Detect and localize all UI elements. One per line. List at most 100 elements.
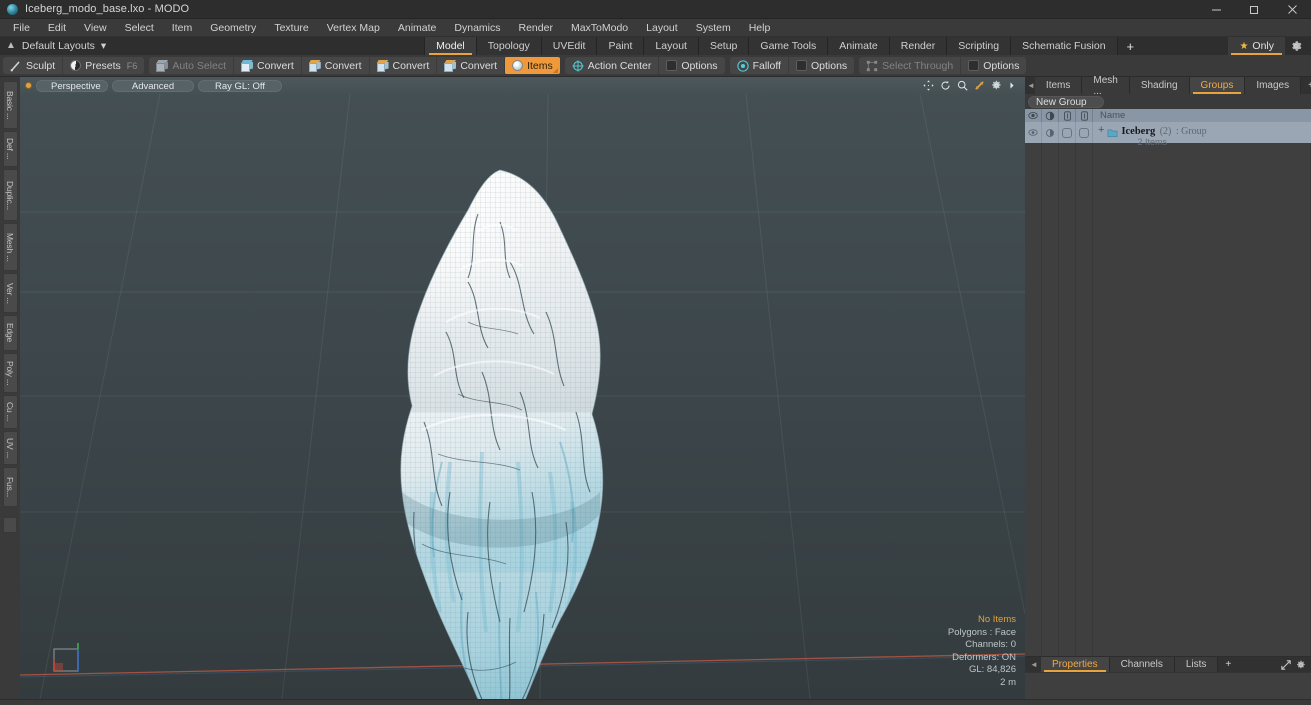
properties-collapse-icon[interactable]: ◄ <box>1027 657 1041 672</box>
minimize-icon[interactable] <box>1197 0 1235 19</box>
column-shading-icon[interactable] <box>1042 109 1059 122</box>
add-properties-tab-button[interactable]: + <box>1218 657 1238 672</box>
column-visibility-icon[interactable] <box>1025 109 1042 122</box>
tab-lists[interactable]: Lists <box>1174 657 1219 672</box>
action-center-button[interactable]: Action Center <box>565 57 659 74</box>
menu-file[interactable]: File <box>4 20 39 36</box>
new-group-button[interactable]: New Group <box>1028 95 1104 108</box>
rail-tab-polygon[interactable]: Poly ... <box>2 353 18 393</box>
falloff-options-button[interactable]: Options <box>787 57 854 74</box>
viewport-raygl[interactable]: Ray GL: Off <box>198 79 282 92</box>
column-render-icon[interactable] <box>1076 109 1093 122</box>
only-toggle-button[interactable]: ★ Only <box>1228 37 1285 55</box>
viewport-3d[interactable]: Perspective Advanced Ray GL: Off No Item… <box>20 77 1025 699</box>
layout-tab-topology[interactable]: Topology <box>476 37 542 55</box>
auto-select-button[interactable]: Auto Select <box>149 57 233 74</box>
panel-tab-shading[interactable]: Shading <box>1129 77 1190 94</box>
close-icon[interactable] <box>1273 0 1311 19</box>
maximize-icon[interactable] <box>1235 0 1273 19</box>
panel-tab-mesh[interactable]: Mesh ... <box>1082 75 1130 97</box>
panel-tab-images[interactable]: Images <box>1245 77 1302 94</box>
layout-tab-game-tools[interactable]: Game Tools <box>749 37 829 55</box>
add-panel-tab-button[interactable]: + <box>1301 77 1311 94</box>
menu-layout[interactable]: Layout <box>637 20 687 36</box>
layout-preset-selector[interactable]: ▲ Default Layouts ▾ <box>0 40 106 52</box>
menu-view[interactable]: View <box>75 20 116 36</box>
convert-material-button[interactable]: Convert <box>436 57 504 74</box>
layout-tab-uvedit[interactable]: UVEdit <box>541 37 598 55</box>
menu-texture[interactable]: Texture <box>265 20 317 36</box>
rail-tab-basic[interactable]: Basic ... <box>2 81 18 129</box>
rail-tab-duplicate[interactable]: Duplic... <box>2 169 18 221</box>
iceberg-mesh[interactable] <box>350 162 650 699</box>
menu-system[interactable]: System <box>687 20 740 36</box>
gear-icon[interactable] <box>1285 40 1307 52</box>
expand-group-icon[interactable]: + <box>1098 125 1104 136</box>
rail-tab-fusion[interactable]: Fus... <box>2 467 18 507</box>
group-list-body[interactable] <box>1025 143 1311 656</box>
sculpt-button[interactable]: Sculpt <box>3 57 62 74</box>
tab-channels[interactable]: Channels <box>1109 657 1175 672</box>
convert-vertex-button[interactable]: Convert <box>233 57 301 74</box>
axis-gizmo[interactable] <box>46 641 94 681</box>
layout-tab-animate[interactable]: Animate <box>828 37 890 55</box>
menu-vertex-map[interactable]: Vertex Map <box>318 20 389 36</box>
panel-tab-groups[interactable]: Groups <box>1189 77 1246 94</box>
convert-polygon-button[interactable]: Convert <box>368 57 437 74</box>
menu-edit[interactable]: Edit <box>39 20 75 36</box>
menu-render[interactable]: Render <box>510 20 562 36</box>
convert-edge-button[interactable]: Convert <box>300 57 369 74</box>
row-lock-checkbox[interactable] <box>1059 122 1076 143</box>
add-layout-tab-button[interactable]: + <box>1118 37 1144 55</box>
rail-tab-vertex[interactable]: Ver ... <box>2 273 18 313</box>
gear-icon[interactable] <box>1296 660 1306 670</box>
falloff-button[interactable]: Falloff <box>730 57 788 74</box>
layout-tab-schematic-fusion[interactable]: Schematic Fusion <box>1011 37 1118 55</box>
presets-button[interactable]: Presets F6 <box>62 57 144 74</box>
action-center-options-button[interactable]: Options <box>658 57 724 74</box>
menu-help[interactable]: Help <box>740 20 780 36</box>
row-shading-toggle[interactable] <box>1042 122 1059 143</box>
column-lock-icon[interactable] <box>1059 109 1076 122</box>
rail-tab-uv[interactable]: UV ... <box>2 431 18 465</box>
viewport-dot-icon[interactable] <box>25 82 32 89</box>
menu-maxtomodo[interactable]: MaxToModo <box>562 20 637 36</box>
layout-tab-render[interactable]: Render <box>889 37 948 55</box>
table-row[interactable]: + Iceberg (2) : Group 2 Items <box>1025 122 1311 148</box>
layout-tab-layout[interactable]: Layout <box>644 37 699 55</box>
rail-tab-deform[interactable]: Def ... <box>2 131 18 167</box>
rail-tab-curve[interactable]: Cu ... <box>2 395 18 429</box>
expand-icon[interactable] <box>1281 659 1291 670</box>
row-name-cell[interactable]: + Iceberg (2) : Group 2 Items <box>1093 122 1311 148</box>
rail-collapse-button[interactable] <box>3 517 17 533</box>
row-render-checkbox[interactable] <box>1076 122 1093 143</box>
panel-tab-items[interactable]: Items <box>1034 77 1083 94</box>
layout-tab-model[interactable]: Model <box>424 37 477 55</box>
properties-body[interactable] <box>1025 672 1311 699</box>
rotate-icon[interactable] <box>940 80 951 91</box>
layout-tab-scripting[interactable]: Scripting <box>947 37 1012 55</box>
select-through-button[interactable]: Select Through <box>859 57 960 74</box>
fit-icon[interactable] <box>974 80 985 91</box>
row-visibility-toggle[interactable] <box>1025 122 1042 143</box>
layout-tab-paint[interactable]: Paint <box>597 37 645 55</box>
more-icon[interactable] <box>1008 80 1016 91</box>
viewport-shading[interactable]: Advanced <box>112 79 194 92</box>
gear-icon[interactable] <box>991 80 1002 91</box>
menu-dynamics[interactable]: Dynamics <box>445 20 509 36</box>
menu-geometry[interactable]: Geometry <box>201 20 265 36</box>
rail-tab-edge[interactable]: Edge <box>2 315 18 351</box>
viewport-view-mode[interactable]: Perspective <box>36 79 108 92</box>
menu-animate[interactable]: Animate <box>389 20 446 36</box>
menu-select[interactable]: Select <box>116 20 163 36</box>
viewport-canvas[interactable]: No Items Polygons : Face Channels: 0 Def… <box>20 94 1025 699</box>
menu-item[interactable]: Item <box>163 20 201 36</box>
tab-properties[interactable]: Properties <box>1041 657 1110 672</box>
items-mode-button[interactable]: Items <box>504 57 560 74</box>
layout-tab-setup[interactable]: Setup <box>698 37 750 55</box>
pan-icon[interactable] <box>923 80 934 91</box>
zoom-icon[interactable] <box>957 80 968 91</box>
select-through-options-button[interactable]: Options <box>960 57 1026 74</box>
rail-tab-mesh[interactable]: Mesh ... <box>2 223 18 271</box>
panel-collapse-icon[interactable]: ◄ <box>1027 77 1035 94</box>
